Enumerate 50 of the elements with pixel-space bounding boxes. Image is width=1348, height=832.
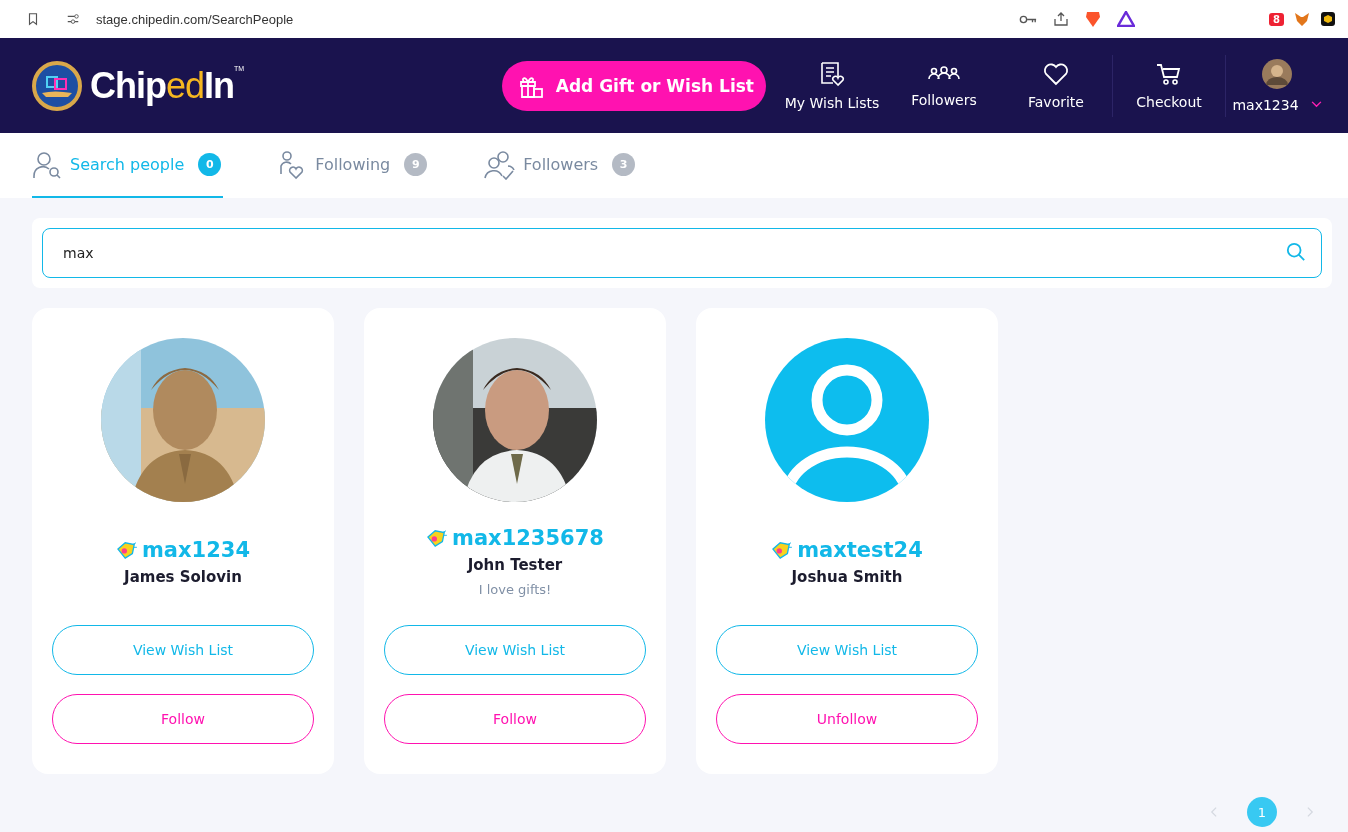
nav-link[interactable]: Checkout (1113, 61, 1225, 110)
list-heart-icon (819, 60, 845, 87)
person-search-icon (32, 149, 62, 180)
add-gift-button[interactable]: Add Gift or Wish List (501, 60, 766, 111)
tab[interactable]: Search people 0 (32, 133, 224, 198)
bio-text: I love gifts! (478, 582, 552, 597)
view-wishlist-button[interactable]: View Wish List (52, 625, 314, 675)
username[interactable]: max1234 (141, 538, 250, 562)
tag-icon (771, 541, 794, 559)
full-name: Joshua Smith (791, 568, 903, 586)
default-avatar-icon (765, 338, 929, 502)
follow-button[interactable]: Follow (384, 694, 646, 744)
site-settings-icon[interactable] (66, 12, 80, 26)
user-avatar-icon (1262, 58, 1292, 89)
gift-hand-logo-icon[interactable] (32, 60, 82, 111)
view-wishlist-button[interactable]: View Wish List (384, 625, 646, 675)
follow-button[interactable]: Follow (52, 694, 314, 744)
count-badge: 3 (612, 153, 636, 176)
nav-link[interactable]: My Wish Lists (776, 60, 888, 111)
triangle-icon[interactable] (1117, 11, 1136, 27)
follow-button[interactable]: Unfollow (716, 694, 978, 744)
cart-icon (1156, 61, 1182, 86)
cube-icon[interactable] (1320, 11, 1336, 27)
full-name: James Solovin (124, 568, 242, 586)
view-wishlist-button[interactable]: View Wish List (716, 625, 978, 675)
full-name: John Tester (467, 556, 563, 574)
tag-icon (115, 541, 138, 559)
chevron-down-icon (1310, 101, 1322, 108)
key-icon[interactable] (1019, 13, 1038, 25)
url-text[interactable]: stage.chipedin.com/SearchPeople (96, 11, 294, 27)
search-field[interactable]: max (42, 228, 1322, 278)
page-button[interactable]: 1 (1247, 797, 1277, 827)
lion-shield-icon[interactable] (1085, 10, 1102, 28)
extension-badge[interactable]: 8 (1269, 12, 1284, 26)
count-badge: 9 (404, 153, 428, 176)
tab[interactable]: Following 9 (277, 133, 430, 198)
heart-icon (1043, 61, 1069, 86)
username[interactable]: max1235678 (452, 526, 604, 550)
bookmark-icon[interactable] (26, 11, 40, 27)
username[interactable]: maxtest24 (797, 538, 923, 562)
count-badge: 0 (198, 153, 222, 176)
fox-icon[interactable] (1294, 11, 1310, 27)
tag-icon (426, 529, 449, 547)
logo-text[interactable]: ChipedIn$^{TM}$ (90, 64, 245, 107)
tab[interactable]: Followers 3 (483, 133, 638, 198)
nav-link[interactable]: Followers (888, 63, 1000, 108)
share-icon[interactable] (1053, 11, 1070, 27)
user-menu[interactable]: max1234 (1226, 58, 1328, 113)
nav-link[interactable]: Favorite (1000, 61, 1112, 110)
people-check-icon (483, 149, 516, 180)
